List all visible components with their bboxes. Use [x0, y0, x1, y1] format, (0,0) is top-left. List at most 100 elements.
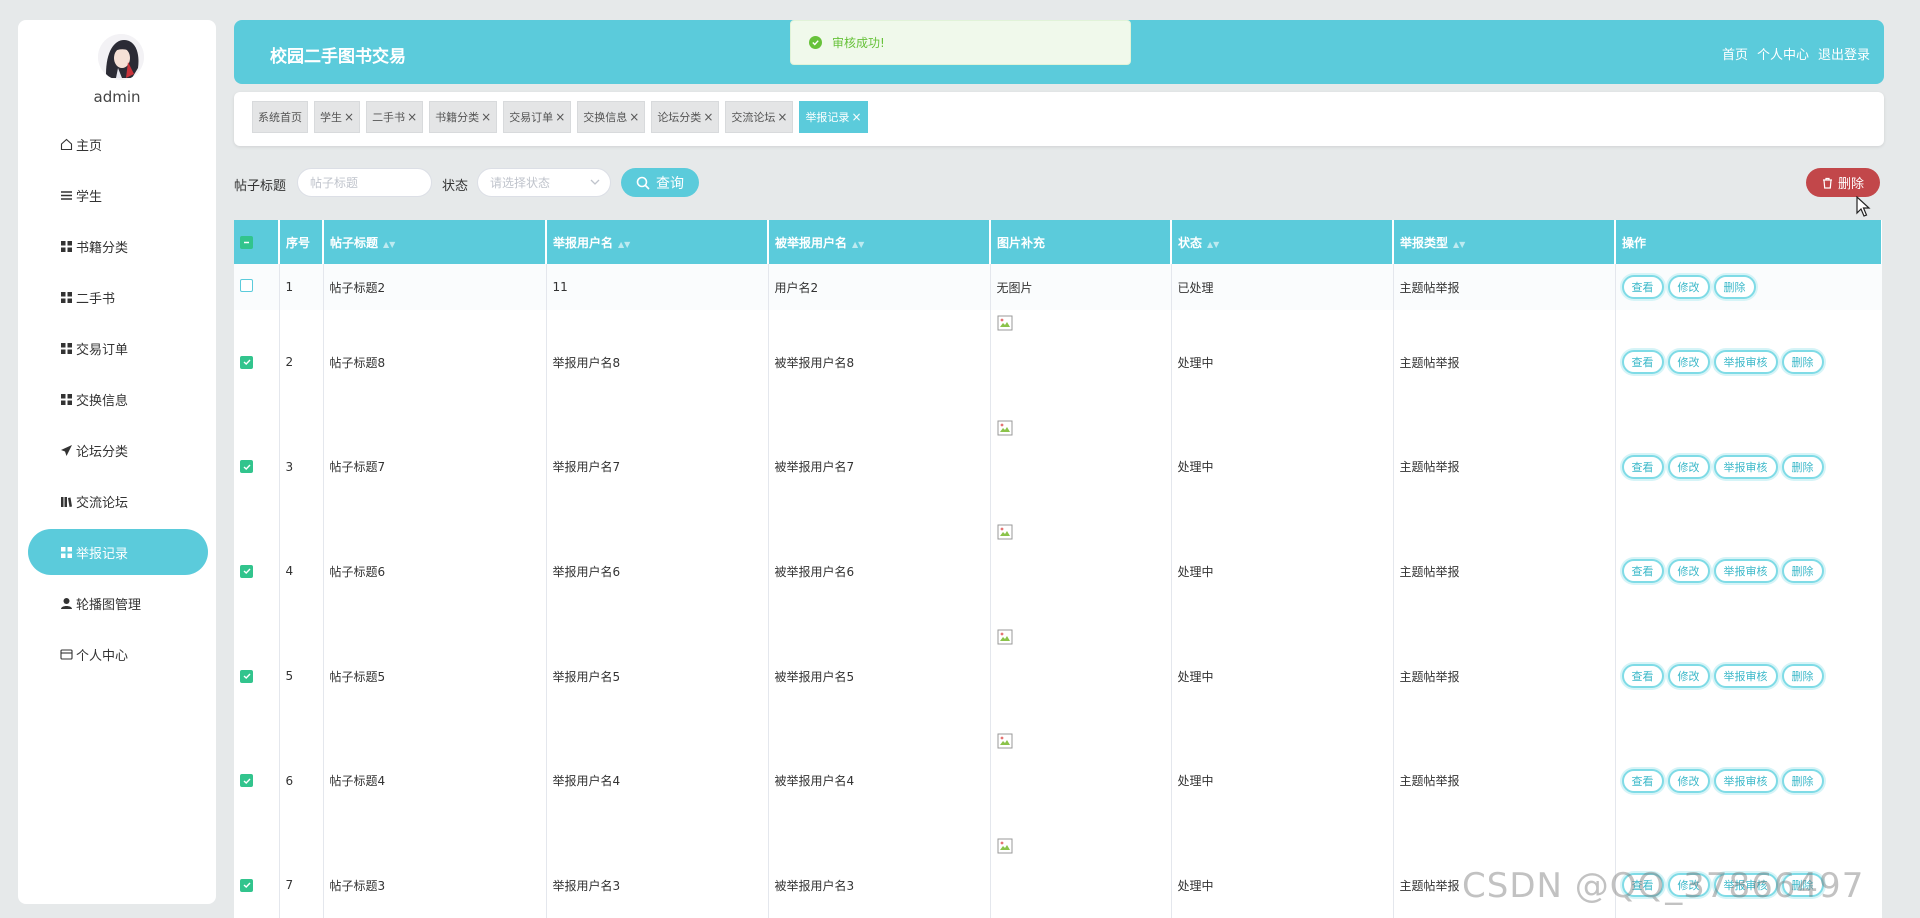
close-icon[interactable]: × [851, 110, 861, 124]
sort-icon[interactable]: ▲▼ [383, 240, 395, 249]
checkbox-cell[interactable] [234, 623, 280, 729]
row-checkbox[interactable] [240, 460, 253, 474]
row-checkbox[interactable] [240, 669, 253, 683]
cell-title: 帖子标题3 [323, 832, 547, 918]
sidebar-item-8[interactable]: 举报记录 [28, 529, 208, 575]
tag-label: 举报记录 [805, 111, 850, 124]
checkbox-cell[interactable] [234, 414, 280, 520]
action-button[interactable]: 修改 [1667, 350, 1710, 375]
broken-image-icon[interactable] [997, 524, 1013, 540]
tag-8[interactable]: 举报记录 × [799, 101, 868, 133]
tag-1[interactable]: 学生 × [314, 101, 361, 133]
close-icon[interactable]: × [481, 110, 491, 124]
close-icon[interactable]: × [703, 110, 713, 124]
sidebar-item-0[interactable]: 主页 [28, 121, 208, 167]
tag-0[interactable]: 系统首页 [252, 101, 308, 133]
sidebar-item-10[interactable]: 个人中心 [28, 631, 208, 677]
action-button[interactable]: 举报审核 [1713, 350, 1778, 375]
query-button[interactable]: 查询 [621, 168, 699, 197]
action-button[interactable]: 删除 [1713, 275, 1756, 299]
header-link-home[interactable]: 首页 [1722, 44, 1748, 63]
action-button[interactable]: 删除 [1781, 559, 1824, 584]
broken-image-icon[interactable] [997, 629, 1013, 645]
checkbox-cell[interactable] [234, 832, 280, 918]
sidebar-item-9[interactable]: 轮播图管理 [28, 580, 208, 626]
action-button[interactable]: 举报审核 [1713, 768, 1778, 793]
tag-3[interactable]: 书籍分类 × [429, 101, 498, 133]
title-search-input[interactable]: 帖子标题 [297, 168, 432, 197]
action-button[interactable]: 查看 [1621, 350, 1664, 375]
broken-image-icon[interactable] [997, 838, 1013, 854]
row-checkbox[interactable] [240, 564, 253, 578]
action-button[interactable]: 修改 [1667, 559, 1710, 584]
action-button[interactable]: 查看 [1621, 454, 1664, 479]
grid-icon [58, 544, 74, 560]
close-icon[interactable]: × [344, 110, 354, 124]
select-all-cell[interactable] [234, 220, 280, 264]
action-button[interactable]: 举报审核 [1713, 664, 1778, 689]
action-button[interactable]: 举报审核 [1713, 454, 1778, 479]
action-button[interactable]: 举报审核 [1713, 559, 1778, 584]
col-header-type[interactable]: 举报类型 ▲▼ [1393, 220, 1616, 264]
sidebar-item-2[interactable]: 书籍分类 [28, 223, 208, 269]
select-all-checkbox[interactable] [240, 236, 253, 249]
tag-4[interactable]: 交易订单 × [503, 101, 572, 133]
row-checkbox[interactable] [240, 878, 253, 892]
sidebar-item-1[interactable]: 学生 [28, 172, 208, 218]
broken-image-icon[interactable] [997, 420, 1013, 436]
action-button[interactable]: 删除 [1781, 350, 1824, 375]
col-header-title[interactable]: 帖子标题 ▲▼ [323, 220, 547, 264]
action-button[interactable]: 修改 [1667, 454, 1710, 479]
tag-2[interactable]: 二手书 × [366, 101, 424, 133]
checkbox-cell[interactable] [234, 264, 280, 310]
action-button[interactable]: 删除 [1781, 454, 1824, 479]
row-checkbox[interactable] [240, 279, 253, 292]
action-button[interactable]: 修改 [1667, 275, 1710, 299]
broken-image-icon[interactable] [997, 315, 1013, 331]
tag-7[interactable]: 交流论坛 × [725, 101, 794, 133]
sort-icon[interactable]: ▲▼ [852, 240, 864, 249]
action-button[interactable]: 修改 [1667, 768, 1710, 793]
sort-icon[interactable]: ▲▼ [618, 240, 630, 249]
batch-delete-button[interactable]: 删除 [1806, 168, 1880, 197]
col-header-reporter[interactable]: 举报用户名 ▲▼ [546, 220, 769, 264]
sidebar-item-7[interactable]: 交流论坛 [28, 478, 208, 524]
action-button[interactable]: 查看 [1621, 275, 1664, 299]
row-checkbox[interactable] [240, 355, 253, 369]
tag-6[interactable]: 论坛分类 × [651, 101, 720, 133]
close-icon[interactable]: × [777, 110, 787, 124]
checkbox-cell[interactable] [234, 519, 280, 624]
action-button[interactable]: 查看 [1621, 559, 1664, 584]
col-header-status[interactable]: 状态 ▲▼ [1171, 220, 1394, 264]
sidebar-item-6[interactable]: 论坛分类 [28, 427, 208, 473]
sidebar-item-4[interactable]: 交易订单 [28, 325, 208, 371]
avatar[interactable] [98, 34, 144, 80]
table-row: 5 帖子标题5 举报用户名5 被举报用户名5 处理中 主题帖举报 查看 修改 举报审核 删除 [234, 623, 1882, 729]
broken-image-icon[interactable] [997, 733, 1013, 749]
header-link-logout[interactable]: 退出登录 [1818, 44, 1870, 63]
tag-5[interactable]: 交换信息 × [577, 101, 646, 133]
tag-label: 论坛分类 [657, 111, 702, 124]
close-icon[interactable]: × [629, 110, 639, 124]
action-button[interactable]: 修改 [1667, 664, 1710, 689]
sort-icon[interactable]: ▲▼ [1453, 240, 1465, 249]
col-header-reported[interactable]: 被举报用户名 ▲▼ [768, 220, 991, 264]
row-checkbox[interactable] [240, 774, 253, 788]
checkbox-cell[interactable] [234, 310, 280, 415]
cell-no: 7 [279, 832, 324, 918]
header-link-profile[interactable]: 个人中心 [1757, 44, 1809, 63]
close-icon[interactable]: × [555, 110, 565, 124]
checkbox-cell[interactable] [234, 728, 280, 833]
sidebar-item-label: 轮播图管理 [76, 597, 142, 613]
close-icon[interactable]: × [407, 110, 417, 124]
row-actions: 查看 修改 删除 [1621, 275, 1882, 299]
action-button[interactable]: 查看 [1621, 768, 1664, 793]
sidebar-item-3[interactable]: 二手书 [28, 274, 208, 320]
action-button[interactable]: 删除 [1781, 768, 1824, 793]
action-button[interactable]: 删除 [1781, 664, 1824, 689]
sort-icon[interactable]: ▲▼ [1207, 240, 1219, 249]
cell-status: 处理中 [1171, 832, 1394, 918]
action-button[interactable]: 查看 [1621, 664, 1664, 689]
status-select[interactable]: 请选择状态 [477, 168, 611, 197]
sidebar-item-5[interactable]: 交换信息 [28, 376, 208, 422]
